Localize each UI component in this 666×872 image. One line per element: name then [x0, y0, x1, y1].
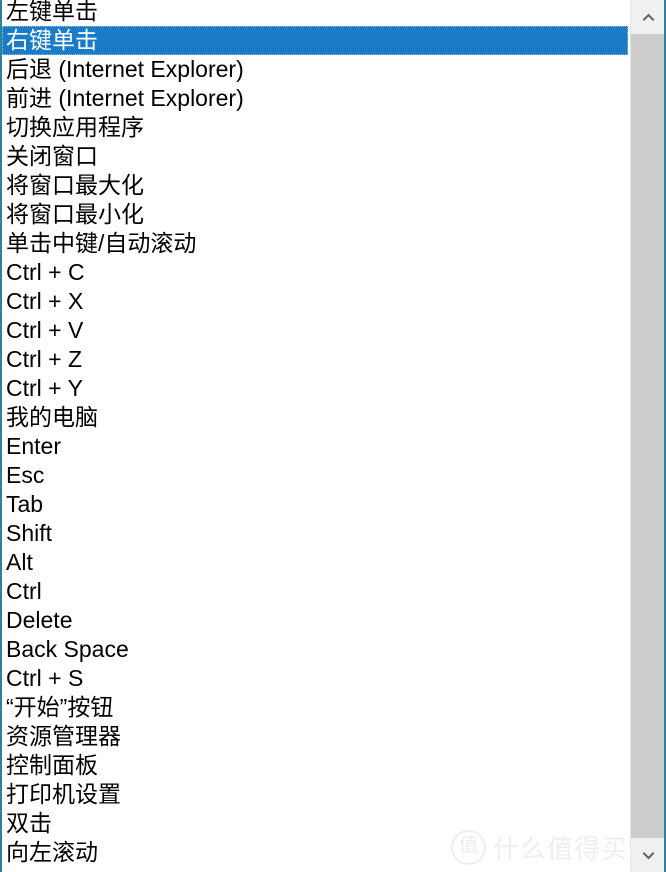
list-item-label: Ctrl + Z — [6, 346, 83, 372]
list-item-label: 将窗口最大化 — [6, 172, 144, 198]
list-item[interactable]: 双击 — [2, 809, 628, 838]
list-item[interactable]: 向左滚动 — [2, 838, 628, 867]
list-item[interactable]: 单击中键/自动滚动 — [2, 229, 628, 258]
scroll-up-button[interactable] — [631, 0, 664, 34]
list-item[interactable]: 将窗口最大化 — [2, 171, 628, 200]
list-item[interactable]: “开始”按钮 — [2, 693, 628, 722]
list-item-label: 单击中键/自动滚动 — [6, 230, 197, 256]
list-item-label: Enter — [6, 433, 61, 459]
chevron-up-icon — [642, 13, 654, 21]
list-item-label: 切换应用程序 — [6, 114, 144, 140]
scrollbar-thumb[interactable] — [631, 34, 664, 838]
scroll-down-button[interactable] — [631, 838, 664, 872]
list-item-label: 将窗口最小化 — [6, 201, 144, 227]
list-item-label: 我的电脑 — [6, 404, 98, 430]
list-item-label: Ctrl + X — [6, 288, 84, 314]
listbox-frame: 左键单击右键单击后退 (Internet Explorer) 前进 (Intern… — [0, 0, 666, 872]
list-item-label: Esc — [6, 462, 45, 488]
list-item[interactable]: Shift — [2, 519, 628, 548]
list-item[interactable]: Tab — [2, 490, 628, 519]
list-item-label: 控制面板 — [6, 752, 98, 778]
list-item[interactable]: Ctrl + Y — [2, 374, 628, 403]
list-item-label: Ctrl + Y — [6, 375, 83, 401]
list-item[interactable]: Ctrl + V — [2, 316, 628, 345]
list-item-label: Alt — [6, 549, 33, 575]
list-item[interactable]: Back Space — [2, 635, 628, 664]
list-item-label: 左键单击 — [6, 0, 98, 24]
list-item[interactable]: Esc — [2, 461, 628, 490]
list-item-label: Back Space — [6, 636, 129, 662]
list-item[interactable]: 右键单击 — [2, 26, 628, 55]
list-item[interactable]: Delete — [2, 606, 628, 635]
list-item-label: Ctrl + S — [6, 665, 84, 691]
list-item-label: Ctrl + C — [6, 259, 85, 285]
vertical-scrollbar[interactable] — [630, 0, 664, 872]
list-item-label: Shift — [6, 520, 53, 546]
list-item-label: 前进 (Internet Explorer) — [6, 85, 244, 111]
list-item[interactable]: Ctrl + X — [2, 287, 628, 316]
list-item[interactable]: 将窗口最小化 — [2, 200, 628, 229]
listbox-viewport[interactable]: 左键单击右键单击后退 (Internet Explorer) 前进 (Intern… — [2, 0, 628, 872]
list-item-label: 向左滚动 — [6, 839, 98, 865]
list-item[interactable]: Ctrl — [2, 577, 628, 606]
list-item[interactable]: 切换应用程序 — [2, 113, 628, 142]
listbox-items: 左键单击右键单击后退 (Internet Explorer) 前进 (Intern… — [2, 0, 628, 867]
list-item[interactable]: 我的电脑 — [2, 403, 628, 432]
scrollbar-track[interactable] — [631, 34, 664, 838]
list-item[interactable]: 资源管理器 — [2, 722, 628, 751]
list-item-label: 打印机设置 — [6, 781, 121, 807]
list-item[interactable]: 打印机设置 — [2, 780, 628, 809]
list-item[interactable]: Ctrl + C — [2, 258, 628, 287]
list-item[interactable]: Ctrl + S — [2, 664, 628, 693]
list-item-label: Tab — [6, 491, 44, 517]
list-item[interactable]: 左键单击 — [2, 0, 628, 26]
chevron-down-icon — [642, 851, 654, 859]
listbox-screen: 左键单击右键单击后退 (Internet Explorer) 前进 (Intern… — [0, 0, 666, 872]
list-item-label: 右键单击 — [6, 27, 98, 53]
list-item-label: 资源管理器 — [6, 723, 121, 749]
list-item[interactable]: 控制面板 — [2, 751, 628, 780]
list-item-label: 双击 — [6, 810, 52, 836]
list-item-label: Ctrl — [6, 578, 42, 604]
list-item[interactable]: Ctrl + Z — [2, 345, 628, 374]
list-item-label: Ctrl + V — [6, 317, 84, 343]
list-item[interactable]: Enter — [2, 432, 628, 461]
list-item[interactable]: Alt — [2, 548, 628, 577]
list-item-label: “开始”按钮 — [6, 694, 114, 720]
list-item[interactable]: 后退 (Internet Explorer) — [2, 55, 628, 84]
list-item[interactable]: 前进 (Internet Explorer) — [2, 84, 628, 113]
list-item-label: 关闭窗口 — [6, 143, 98, 169]
list-item[interactable]: 关闭窗口 — [2, 142, 628, 171]
list-item-label: 后退 (Internet Explorer) — [6, 56, 244, 82]
list-item-label: Delete — [6, 607, 73, 633]
